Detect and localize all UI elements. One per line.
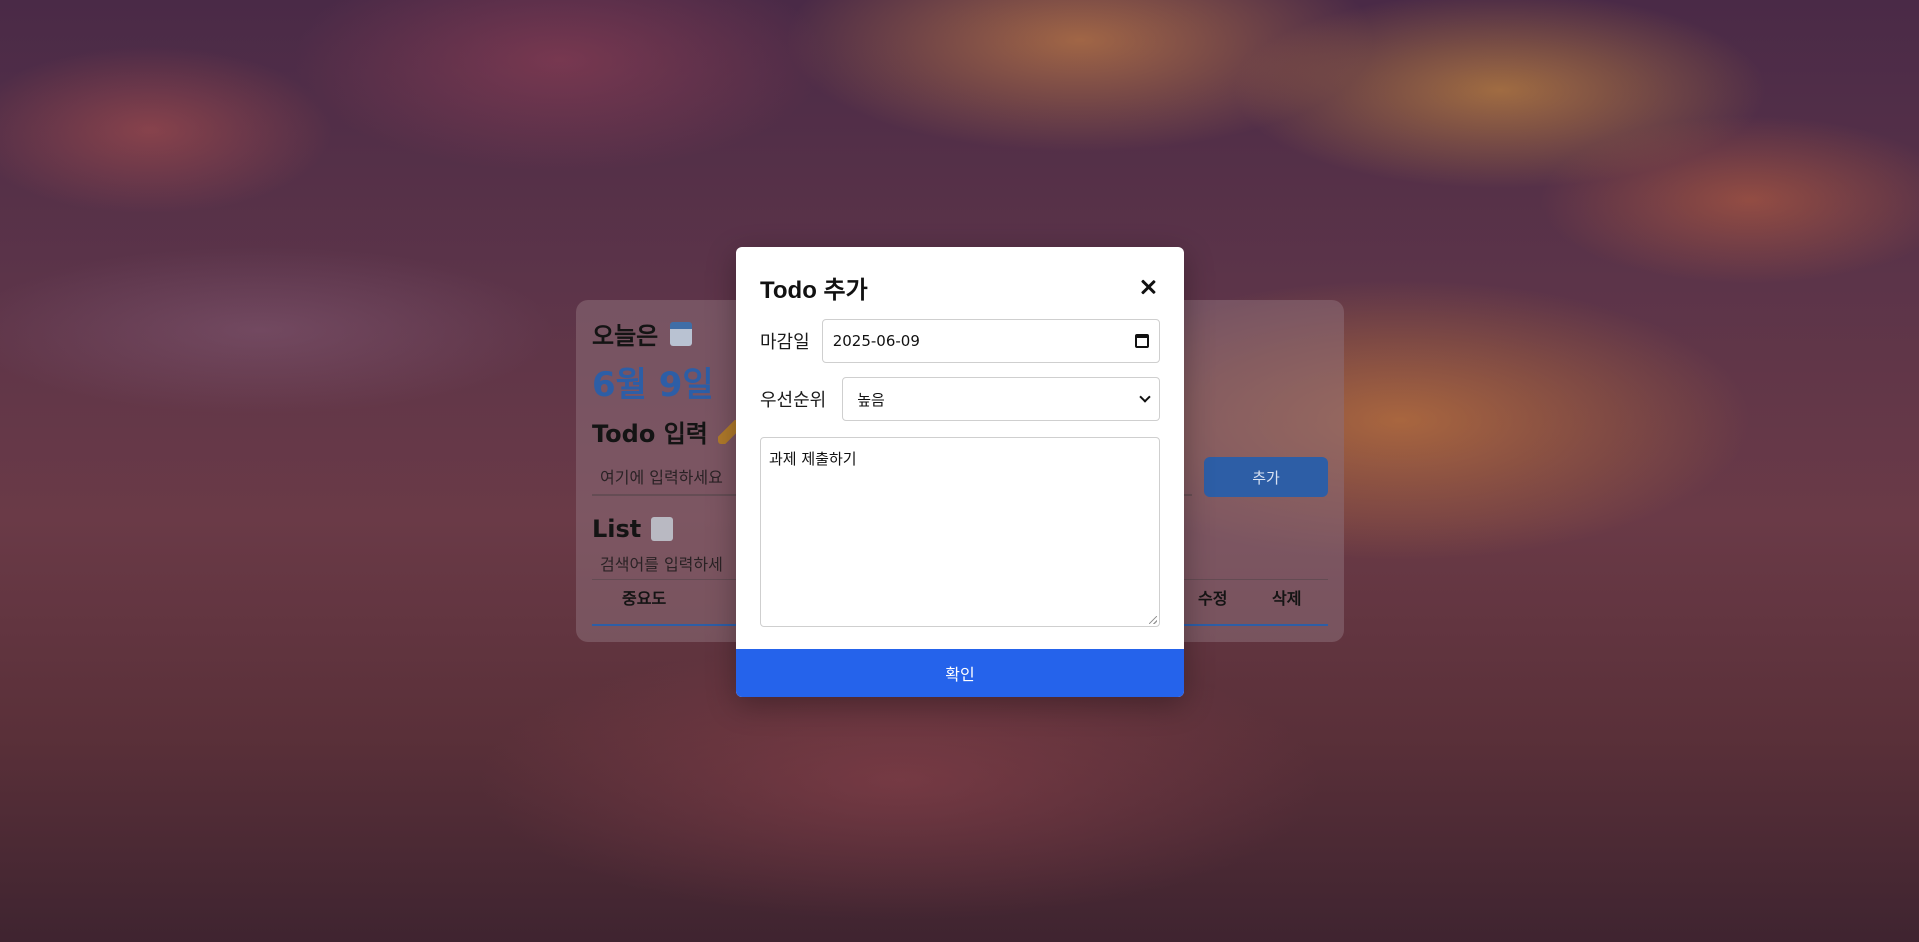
add-button[interactable]: 추가 xyxy=(1204,457,1328,497)
due-date-row: 마감일 2025-06-09 xyxy=(760,319,1160,363)
due-date-value: 2025-06-09 xyxy=(832,332,920,350)
today-label: 오늘은 xyxy=(592,322,659,350)
list-title: List xyxy=(592,515,642,543)
resize-handle[interactable] xyxy=(1149,616,1157,624)
priority-row: 우선순위 높음 xyxy=(760,377,1160,421)
modal-header: Todo 추가 xyxy=(760,271,1160,304)
todo-content-value: 과제 제출하기 xyxy=(769,450,857,468)
chevron-down-icon xyxy=(1139,391,1151,403)
due-date-label: 마감일 xyxy=(760,332,810,353)
priority-select[interactable]: 높음 xyxy=(842,377,1160,421)
modal-title: Todo 추가 xyxy=(760,276,868,304)
priority-label: 우선순위 xyxy=(760,390,827,411)
calendar-picker-icon[interactable] xyxy=(1135,334,1149,348)
column-priority[interactable]: 중요도 xyxy=(622,585,666,609)
column-edit: 수정 xyxy=(1198,589,1228,608)
close-icon[interactable] xyxy=(1136,275,1160,299)
document-icon xyxy=(651,517,674,541)
add-todo-modal: Todo 추가 마감일 2025-06-09 우선순위 높음 과제 제출하기 확… xyxy=(736,247,1184,697)
confirm-button[interactable]: 확인 xyxy=(736,649,1184,697)
todo-input-title: Todo 입력 xyxy=(592,420,708,448)
priority-value: 높음 xyxy=(857,390,885,409)
due-date-field[interactable]: 2025-06-09 xyxy=(821,319,1160,363)
calendar-icon xyxy=(670,321,693,346)
todo-content-textarea[interactable]: 과제 제출하기 xyxy=(760,437,1160,627)
column-delete: 삭제 xyxy=(1272,589,1302,608)
